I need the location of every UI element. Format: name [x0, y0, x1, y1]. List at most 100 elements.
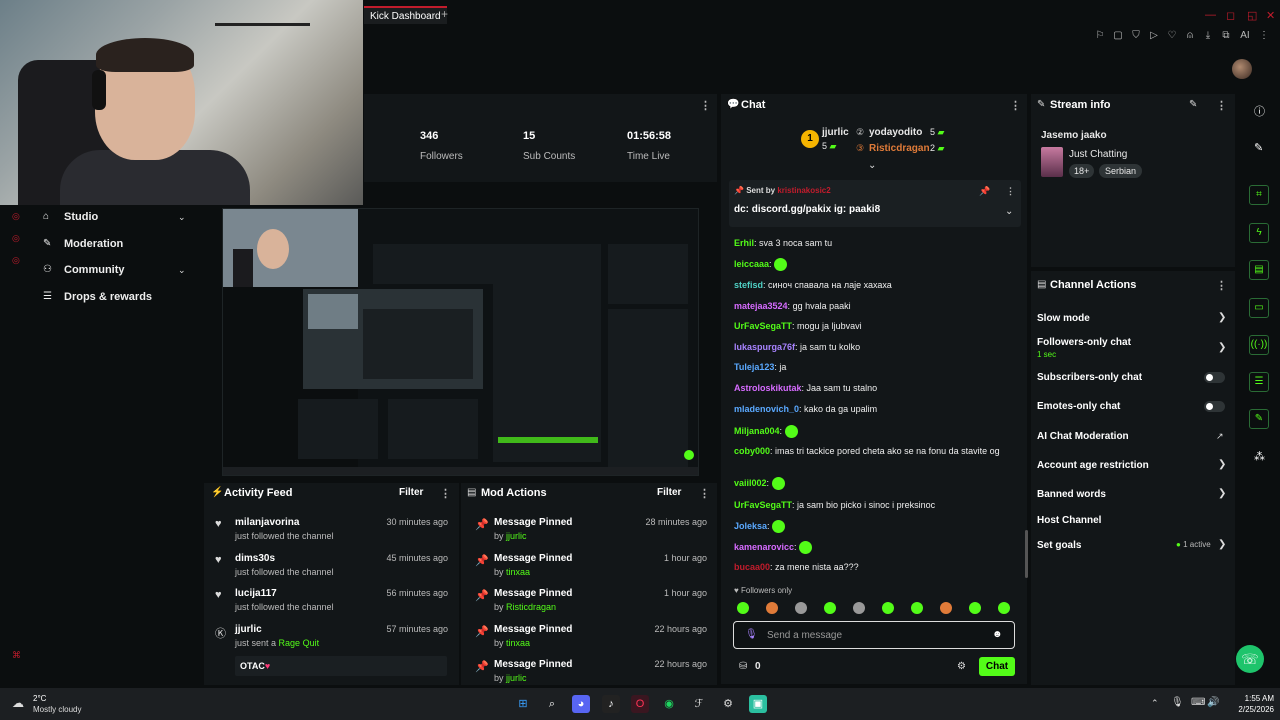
action-host-channel[interactable]: Host Channel: [1037, 515, 1101, 526]
help-button[interactable]: ☏: [1236, 645, 1264, 673]
crop-icon[interactable]: ⌗: [1249, 185, 1269, 205]
gear-icon[interactable]: ⚙: [957, 661, 966, 672]
mod-filter-button[interactable]: Filter: [657, 487, 681, 498]
pinned-menu-icon[interactable]: ⋮: [1006, 186, 1015, 197]
chat-username[interactable]: Miljana004: [734, 426, 780, 436]
profile-badge[interactable]: AI: [1238, 30, 1252, 46]
emote-icon[interactable]: [998, 602, 1010, 614]
feed-user[interactable]: lucija117: [235, 588, 277, 599]
edit-icon[interactable]: ✎: [1254, 141, 1263, 154]
chat-send-button[interactable]: Chat: [979, 657, 1015, 676]
external-link-icon[interactable]: ↗: [1216, 431, 1224, 442]
chat-username[interactable]: lukaspurga76f: [734, 342, 795, 352]
chat-username[interactable]: kamenarovicc: [734, 542, 794, 552]
chat-username[interactable]: stefisd: [734, 280, 763, 290]
chevron-down-icon[interactable]: ⌄: [1005, 206, 1013, 217]
chat-username[interactable]: UrFavSegaTT: [734, 500, 792, 510]
feed-user[interactable]: jjurlic: [235, 624, 262, 635]
emoji-picker-icon[interactable]: ☻: [992, 629, 1003, 640]
chat-username[interactable]: Joleksa: [734, 521, 767, 531]
chevron-right-icon[interactable]: ❯: [1218, 539, 1226, 550]
chevron-right-icon[interactable]: ❯: [1218, 488, 1226, 499]
user-icon[interactable]: ⍝: [1184, 30, 1196, 46]
emotes-only-toggle[interactable]: [1204, 401, 1225, 412]
bookmark-icon[interactable]: ⚐: [1094, 30, 1106, 46]
activity-menu-icon[interactable]: ⋮: [440, 487, 451, 500]
app-icon[interactable]: ▣: [749, 695, 767, 713]
category-thumbnail[interactable]: [1041, 147, 1063, 177]
subscribers-only-toggle[interactable]: [1204, 372, 1225, 383]
steam-icon[interactable]: ⚙: [719, 695, 737, 713]
chat-username[interactable]: matejaa3524: [734, 301, 788, 311]
lightning-icon[interactable]: ϟ: [1249, 223, 1269, 243]
chat-username[interactable]: leiccaaa: [734, 259, 769, 269]
chat-username[interactable]: UrFavSegaTT: [734, 321, 792, 331]
extension-icon[interactable]: ⧉: [1220, 30, 1232, 46]
mod-menu-icon[interactable]: ⋮: [699, 487, 710, 500]
tiktok-icon[interactable]: ♪: [602, 695, 620, 713]
emote-icon[interactable]: [911, 602, 923, 614]
stats-menu-icon[interactable]: ⋮: [700, 99, 711, 112]
mod-user[interactable]: Risticdragan: [506, 602, 556, 612]
action-slow-mode[interactable]: Slow mode: [1037, 313, 1090, 324]
stream-info-menu-icon[interactable]: ⋮: [1216, 99, 1227, 112]
windows-start-icon[interactable]: ⊞: [514, 695, 532, 713]
chevron-right-icon[interactable]: ❯: [1218, 342, 1226, 353]
chevron-right-icon[interactable]: ❯: [1218, 312, 1226, 323]
chevron-down-icon[interactable]: ⌄: [178, 212, 186, 223]
points-icon[interactable]: ⛁: [739, 661, 747, 672]
apps-icon[interactable]: ⁂: [1254, 450, 1265, 463]
pinned-author[interactable]: kristinakosic2: [777, 186, 830, 195]
emote-icon[interactable]: [795, 602, 807, 614]
side-red-icon[interactable]: ⌘: [12, 650, 21, 661]
avatar[interactable]: [1232, 59, 1252, 79]
side-red-icon[interactable]: ◎: [12, 255, 20, 266]
chevron-down-icon[interactable]: ⌄: [868, 160, 876, 171]
chat-username[interactable]: Tuleja123: [734, 362, 774, 372]
chat-username[interactable]: vaiil002: [734, 478, 767, 488]
feed-user[interactable]: milanjavorina: [235, 517, 299, 528]
sidebar-item-studio[interactable]: Studio: [64, 211, 98, 223]
chat-username[interactable]: bucaa00: [734, 562, 770, 572]
volume-icon[interactable]: 🔊: [1207, 697, 1219, 708]
side-red-icon[interactable]: ◎: [12, 211, 20, 222]
chat-icon[interactable]: ▭: [1249, 298, 1269, 318]
stream-preview[interactable]: [222, 208, 699, 476]
mod-user[interactable]: jjurlic: [506, 531, 527, 541]
gifter-name[interactable]: jjurlic: [822, 127, 849, 138]
gifter-name[interactable]: Risticdragan: [869, 143, 930, 154]
channel-actions-menu-icon[interactable]: ⋮: [1216, 279, 1227, 292]
microphone-icon[interactable]: 🎙: [1171, 697, 1184, 708]
chevron-up-icon[interactable]: ⌃: [1151, 698, 1159, 709]
gifter-name[interactable]: yodayodito: [869, 127, 922, 138]
browser-tab[interactable]: Kick Dashboard: [364, 6, 447, 24]
chevron-down-icon[interactable]: ⌄: [178, 265, 186, 276]
broadcast-icon[interactable]: ((·)): [1249, 335, 1269, 355]
info-icon[interactable]: ⓘ: [1254, 103, 1265, 119]
feed-user[interactable]: dims30s: [235, 553, 275, 564]
mod-user[interactable]: jjurlic: [506, 673, 527, 683]
action-account-age[interactable]: Account age restriction: [1037, 460, 1149, 471]
activity-filter-button[interactable]: Filter: [399, 487, 423, 498]
chat-scrollbar[interactable]: [1025, 530, 1028, 578]
sidebar-item-moderation[interactable]: Moderation: [64, 238, 123, 250]
chevron-right-icon[interactable]: ❯: [1218, 459, 1226, 470]
emote-icon[interactable]: [824, 602, 836, 614]
search-icon[interactable]: ⌕: [543, 695, 561, 713]
chat-input[interactable]: Send a message: [767, 630, 842, 641]
restore-icon[interactable]: ◻: [1226, 9, 1235, 22]
wrench-icon[interactable]: ✎: [1249, 409, 1269, 429]
emote-icon[interactable]: [737, 602, 749, 614]
network-icon[interactable]: ⌨: [1191, 697, 1205, 708]
weather-icon[interactable]: ☁: [12, 696, 24, 710]
app-icon[interactable]: ℱ: [690, 695, 708, 713]
window-icon[interactable]: ▢: [1112, 30, 1124, 46]
opera-icon[interactable]: O: [631, 695, 649, 713]
document-icon[interactable]: ▤: [1249, 260, 1269, 280]
action-subscribers-only[interactable]: Subscribers-only chat: [1037, 372, 1142, 383]
emote-icon[interactable]: [969, 602, 981, 614]
chat-username[interactable]: Erhil: [734, 238, 754, 248]
chat-username[interactable]: mladenovich_0: [734, 404, 799, 414]
action-set-goals[interactable]: Set goals: [1037, 540, 1081, 551]
edit-icon[interactable]: ✎: [1189, 99, 1197, 110]
